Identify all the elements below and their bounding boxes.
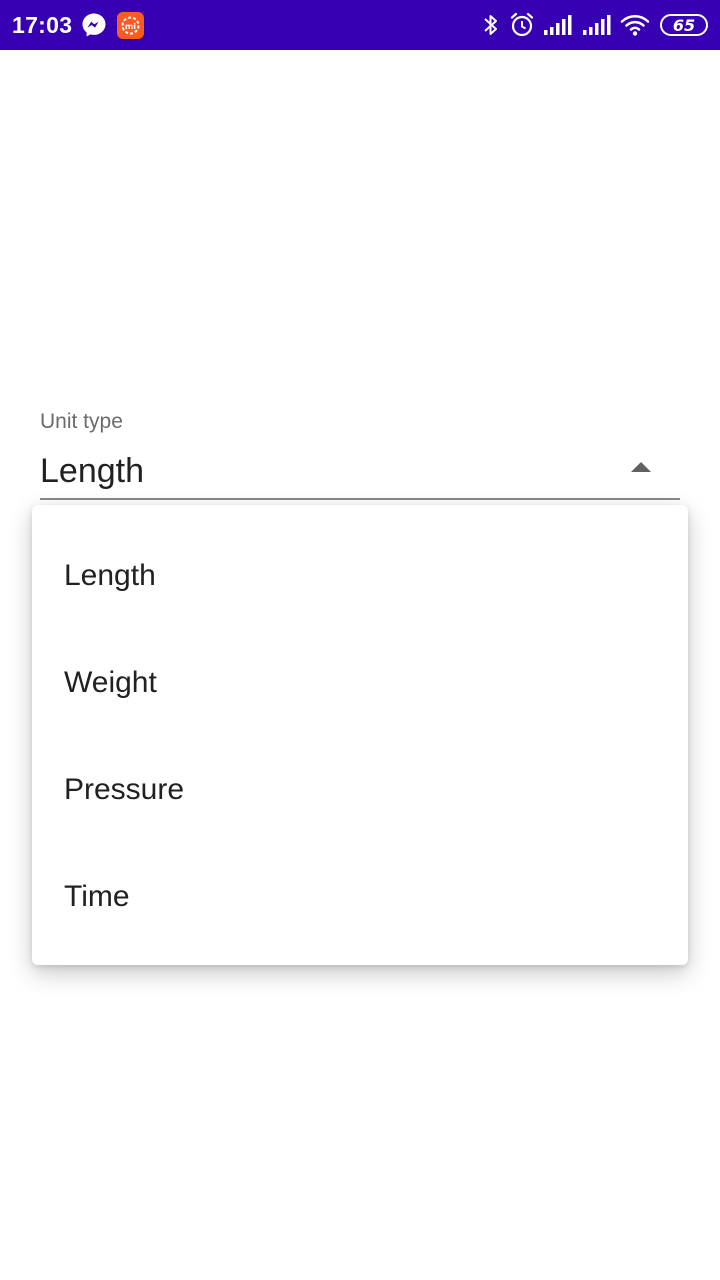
unit-type-selected-value[interactable]: Length: [40, 452, 144, 491]
unit-type-label: Unit type: [40, 410, 123, 433]
mi-app-icon: mi: [117, 12, 144, 39]
svg-text:mi: mi: [125, 22, 136, 31]
field-underline: [40, 498, 680, 500]
signal-icon: [544, 15, 572, 35]
messenger-icon: [82, 13, 106, 37]
menu-item-label: Pressure: [64, 772, 185, 806]
menu-item-label: Weight: [64, 665, 157, 699]
arrow-up-icon[interactable]: [630, 461, 652, 473]
status-bar: 17:03 mi 65: [0, 0, 720, 50]
menu-item-time[interactable]: Time: [32, 843, 688, 950]
alarm-icon: [510, 12, 534, 37]
menu-item-label: Time: [64, 879, 130, 913]
signal-icon: [583, 15, 611, 35]
battery-icon: 65: [660, 14, 708, 36]
unit-type-menu: Length Weight Pressure Time: [32, 505, 688, 965]
menu-item-pressure[interactable]: Pressure: [32, 736, 688, 843]
menu-item-weight[interactable]: Weight: [32, 629, 688, 736]
menu-item-label: Length: [64, 558, 156, 592]
status-time: 17:03: [12, 12, 73, 38]
bluetooth-icon: [484, 15, 497, 35]
unit-type-dropdown[interactable]: Unit type Length: [40, 408, 680, 500]
battery-level: 65: [672, 15, 696, 35]
wifi-icon: [620, 15, 650, 36]
menu-item-length[interactable]: Length: [32, 522, 688, 629]
